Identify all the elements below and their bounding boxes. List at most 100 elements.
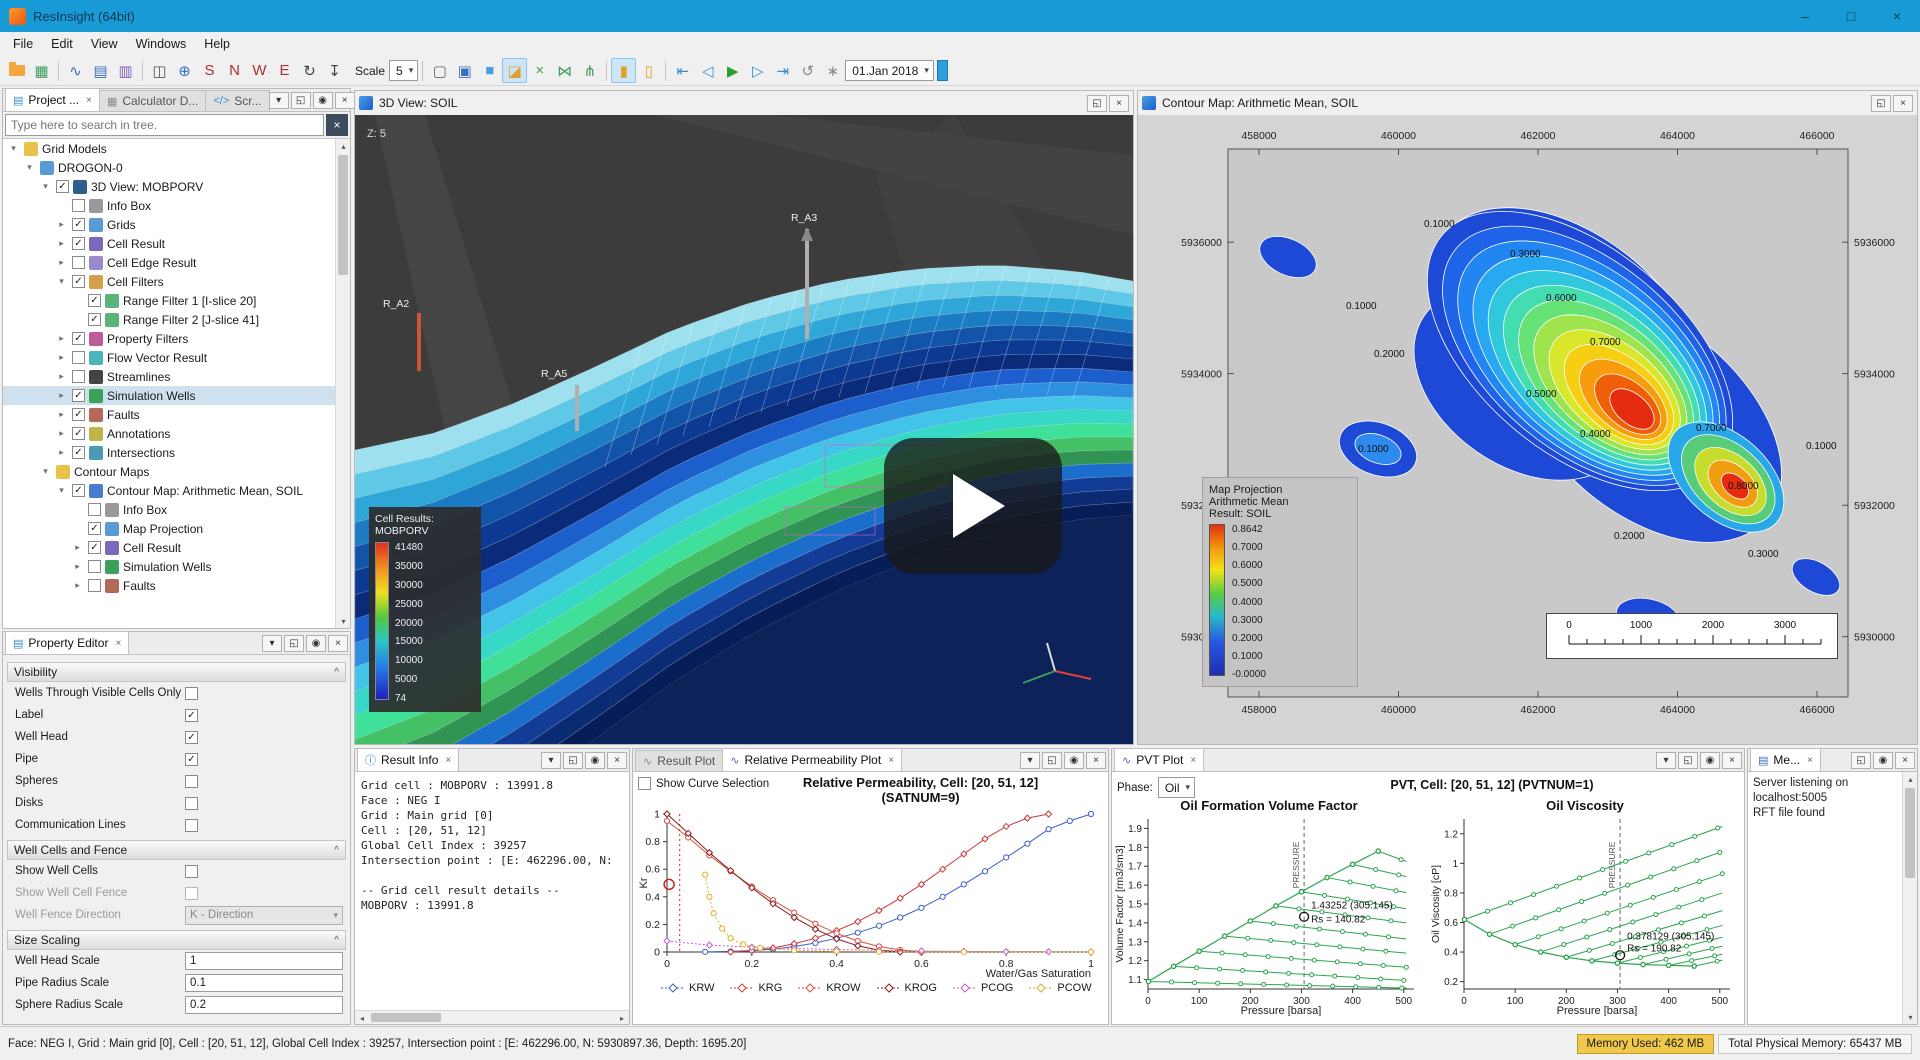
checkbox[interactable]: ✓ bbox=[72, 389, 85, 402]
scroll-down-icon[interactable]: ▾ bbox=[336, 614, 350, 628]
toggle-field-parameter-button[interactable]: ▮ bbox=[611, 58, 636, 83]
draw-style-surface-button[interactable]: ■ bbox=[477, 58, 502, 83]
float-button[interactable]: ◱ bbox=[563, 752, 583, 769]
menu-button[interactable]: ▾ bbox=[541, 752, 561, 769]
input-sphere-radius-scale[interactable]: 0.2 bbox=[185, 996, 343, 1014]
import-eclipse-case-button[interactable]: ▦ bbox=[29, 58, 54, 83]
legend-item-krow[interactable]: KROW bbox=[798, 982, 860, 994]
tree-item-annotations[interactable]: ▸✓Annotations bbox=[3, 424, 350, 443]
open-project-button[interactable] bbox=[4, 58, 29, 83]
expander-closed-icon[interactable]: ▸ bbox=[71, 561, 84, 572]
checkbox[interactable] bbox=[72, 351, 85, 364]
checkbox[interactable]: ✓ bbox=[88, 313, 101, 326]
close-icon[interactable]: × bbox=[1807, 755, 1813, 766]
float-button[interactable]: ◱ bbox=[1851, 752, 1871, 769]
search-input[interactable] bbox=[5, 114, 324, 136]
pin-button[interactable]: ◉ bbox=[1873, 752, 1893, 769]
tree-item-flow-vector-result[interactable]: ▸Flow Vector Result bbox=[3, 348, 350, 367]
checkbox[interactable]: ✓ bbox=[72, 332, 85, 345]
tree-item-simulation-wells[interactable]: ▸Simulation Wells bbox=[3, 557, 350, 576]
fault-labels-button[interactable]: ⋈ bbox=[552, 58, 577, 83]
tab-messages[interactable]: ▤ Me... × bbox=[1750, 748, 1821, 771]
menu-button[interactable]: ▾ bbox=[1020, 752, 1040, 769]
checkbox[interactable] bbox=[72, 256, 85, 269]
expander-closed-icon[interactable]: ▸ bbox=[55, 390, 68, 401]
tab-pvt-plot[interactable]: ∿ PVT Plot × bbox=[1114, 748, 1204, 771]
view-south-button[interactable]: S bbox=[197, 58, 222, 83]
show-plot-window-button[interactable]: ◫ bbox=[147, 58, 172, 83]
checkbox[interactable] bbox=[72, 370, 85, 383]
section-header-well-cells-and-fence[interactable]: Well Cells and Fence^ bbox=[7, 840, 346, 860]
new-well-log-plot-button[interactable]: ▥ bbox=[113, 58, 138, 83]
close-button[interactable]: × bbox=[1893, 95, 1913, 112]
expander-closed-icon[interactable]: ▸ bbox=[71, 542, 84, 553]
tab-result-info[interactable]: ⓘ Result Info × bbox=[357, 748, 459, 771]
search-clear-button[interactable]: × bbox=[326, 114, 348, 136]
tree-item-drogon-0[interactable]: ▾DROGON-0 bbox=[3, 158, 350, 177]
new-summary-plot-button[interactable]: ▤ bbox=[88, 58, 113, 83]
legend-item-krog[interactable]: KROG bbox=[877, 982, 937, 994]
legend-item-krw[interactable]: KRW bbox=[661, 982, 714, 994]
zoom-all-button[interactable]: ⊕ bbox=[172, 58, 197, 83]
tab-property-editor[interactable]: ▤ Property Editor × bbox=[5, 631, 129, 654]
close-button[interactable]: × bbox=[1722, 752, 1742, 769]
float-button[interactable]: ◱ bbox=[1042, 752, 1062, 769]
expander-closed-icon[interactable]: ▸ bbox=[55, 371, 68, 382]
close-button[interactable]: × bbox=[607, 752, 627, 769]
tab-project[interactable]: ▤Project ...× bbox=[5, 88, 100, 111]
menu-file[interactable]: File bbox=[4, 34, 42, 54]
scroll-up-icon[interactable]: ▴ bbox=[336, 139, 350, 153]
checkbox[interactable]: ✓ bbox=[72, 275, 85, 288]
tree-item-cell-result[interactable]: ▸✓Cell Result bbox=[3, 234, 350, 253]
close-icon[interactable]: × bbox=[86, 95, 92, 106]
legend-item-krg[interactable]: KRG bbox=[730, 982, 782, 994]
rotate-view-button[interactable]: ↻ bbox=[297, 58, 322, 83]
new-plot-main-window-button[interactable]: ∿ bbox=[63, 58, 88, 83]
select-well-fence-direction[interactable]: K - Direction▾ bbox=[185, 906, 343, 925]
view-north-button[interactable]: N bbox=[222, 58, 247, 83]
tab-result-plot[interactable]: ∿Result Plot bbox=[635, 750, 723, 771]
anim-skip-to-end-button[interactable]: ⇥ bbox=[770, 58, 795, 83]
anim-settings-button[interactable]: ∗ bbox=[820, 58, 845, 83]
draw-style-lines-button[interactable]: ▢ bbox=[427, 58, 452, 83]
tree-item-faults[interactable]: ▸Faults bbox=[3, 576, 350, 595]
close-icon[interactable]: × bbox=[1190, 755, 1196, 766]
scroll-down-icon[interactable]: ▾ bbox=[1903, 1010, 1917, 1024]
tree-item-info-box[interactable]: Info Box bbox=[3, 196, 350, 215]
expander-open-icon[interactable]: ▾ bbox=[7, 143, 20, 154]
tree-item-range-filter-1-i-slice-20[interactable]: ✓Range Filter 1 [I-slice 20] bbox=[3, 291, 350, 310]
float-button[interactable]: ◱ bbox=[291, 92, 311, 109]
legend-item-pcow[interactable]: PCOW bbox=[1029, 982, 1091, 994]
expander-open-icon[interactable]: ▾ bbox=[39, 181, 52, 192]
close-icon[interactable]: × bbox=[445, 755, 451, 766]
collapse-icon[interactable]: ^ bbox=[334, 667, 339, 678]
pin-button[interactable]: ◉ bbox=[585, 752, 605, 769]
tree-item-streamlines[interactable]: ▸Streamlines bbox=[3, 367, 350, 386]
menu-help[interactable]: Help bbox=[195, 34, 239, 54]
menu-button[interactable]: ▾ bbox=[1656, 752, 1676, 769]
pin-button[interactable]: ◉ bbox=[1700, 752, 1720, 769]
expander-closed-icon[interactable]: ▸ bbox=[55, 238, 68, 249]
close-icon[interactable]: × bbox=[888, 755, 894, 766]
timestep-select[interactable]: 01.Jan 2018▾ bbox=[845, 60, 934, 81]
tree-item-3d-view-mobporv[interactable]: ▾✓3D View: MOBPORV bbox=[3, 177, 350, 196]
checkbox[interactable]: ✓ bbox=[88, 522, 101, 535]
tree-item-range-filter-2-j-slice-41[interactable]: ✓Range Filter 2 [J-slice 41] bbox=[3, 310, 350, 329]
float-button[interactable]: ◱ bbox=[1087, 95, 1107, 112]
relperm-chart[interactable]: 00.20.40.60.8100.20.40.60.81Water/Gas Sa… bbox=[637, 808, 1099, 978]
scroll-thumb[interactable] bbox=[338, 155, 348, 275]
checkbox[interactable]: ✓ bbox=[72, 237, 85, 250]
input-pipe-radius-scale[interactable]: 0.1 bbox=[185, 974, 343, 992]
close-icon[interactable]: × bbox=[115, 638, 121, 649]
expander-open-icon[interactable]: ▾ bbox=[55, 485, 68, 496]
checkbox[interactable] bbox=[88, 560, 101, 573]
checkbox[interactable]: ✓ bbox=[56, 180, 69, 193]
tree-item-contour-map-arithmetic-mean-soil[interactable]: ▾✓Contour Map: Arithmetic Mean, SOIL bbox=[3, 481, 350, 500]
checkbox[interactable]: ✓ bbox=[88, 541, 101, 554]
expander-closed-icon[interactable]: ▸ bbox=[55, 428, 68, 439]
checkbox-well-head[interactable]: ✓ bbox=[185, 731, 198, 744]
tree-item-simulation-wells[interactable]: ▸✓Simulation Wells bbox=[3, 386, 350, 405]
tree-item-faults[interactable]: ▸✓Faults bbox=[3, 405, 350, 424]
float-button[interactable]: ◱ bbox=[1871, 95, 1891, 112]
expander-open-icon[interactable]: ▾ bbox=[23, 162, 36, 173]
